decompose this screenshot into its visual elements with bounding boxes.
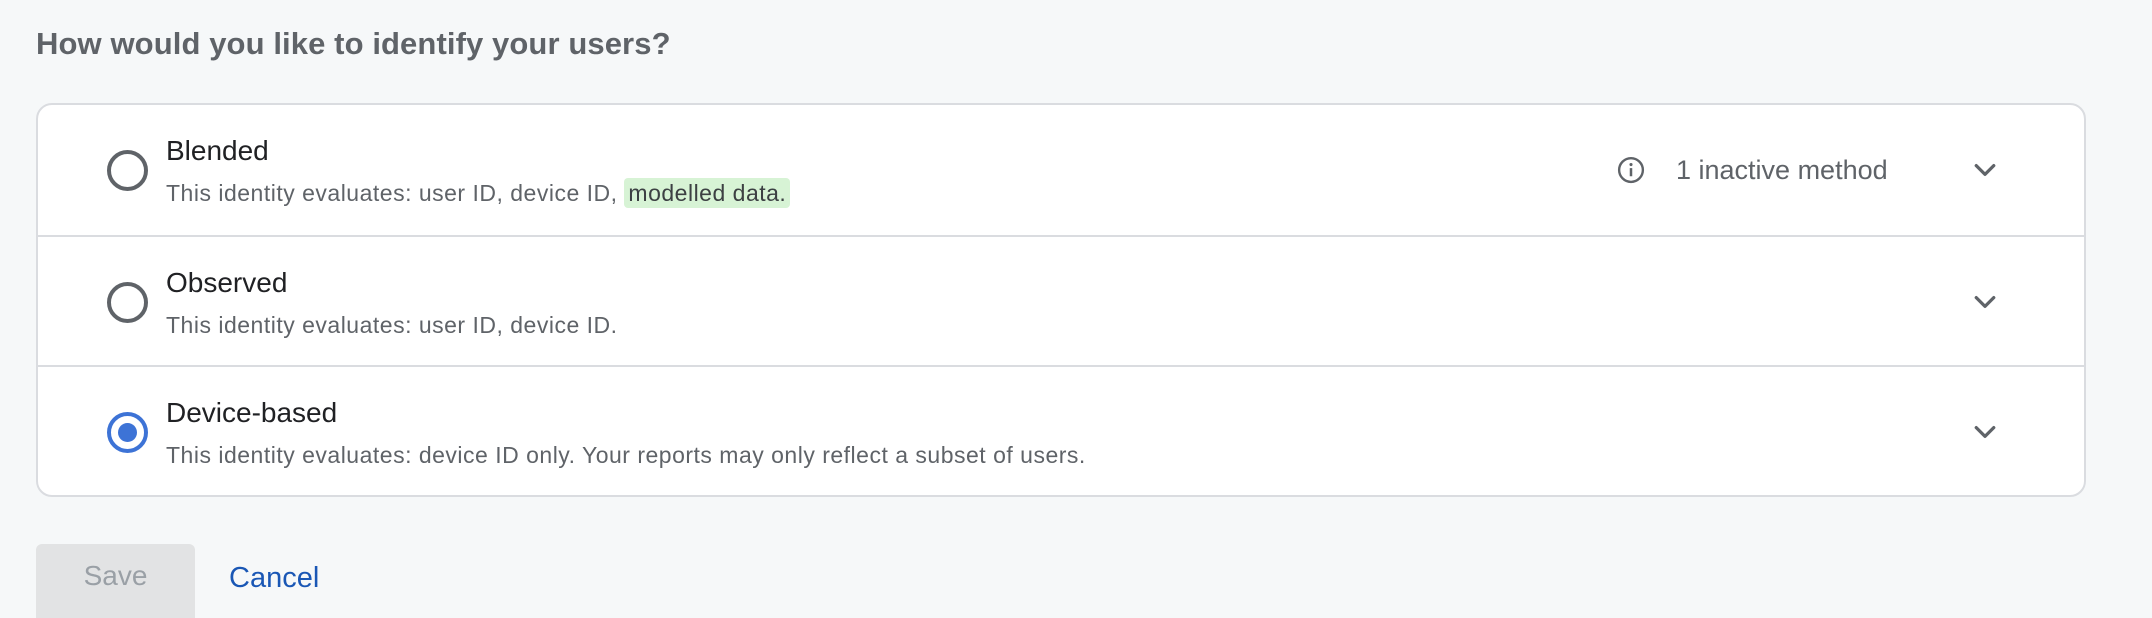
chevron-down-icon[interactable] (1970, 155, 2000, 185)
cancel-button[interactable]: Cancel (229, 562, 319, 595)
option-device-based[interactable]: Device-based This identity evaluates: de… (38, 365, 2084, 495)
option-description-observed: This identity evaluates: user ID, device… (166, 312, 618, 338)
option-observed[interactable]: Observed This identity evaluates: user I… (38, 235, 2084, 367)
modelled-data-highlight: modelled data. (624, 178, 791, 208)
chevron-down-icon[interactable] (1970, 287, 2000, 317)
option-description-blended: This identity evaluates: user ID, device… (166, 178, 791, 208)
option-title-observed: Observed (166, 267, 288, 298)
option-description-device-based: This identity evaluates: device ID only.… (166, 442, 1086, 468)
option-title-blended: Blended (166, 135, 269, 166)
option-title-device-based: Device-based (166, 397, 338, 428)
description-text: This identity evaluates: user ID, device… (166, 180, 625, 206)
inactive-method-indicator[interactable]: 1 inactive method (1616, 153, 1888, 187)
radio-device-based[interactable] (107, 412, 148, 453)
info-icon[interactable] (1616, 155, 1646, 185)
radio-observed[interactable] (107, 282, 148, 323)
chevron-down-icon[interactable] (1970, 417, 2000, 447)
inactive-method-label: 1 inactive method (1676, 154, 1888, 185)
identity-options-card: Blended This identity evaluates: user ID… (36, 103, 2086, 497)
option-blended[interactable]: Blended This identity evaluates: user ID… (38, 105, 2084, 235)
radio-blended[interactable] (107, 150, 148, 191)
save-button[interactable]: Save (36, 544, 195, 618)
page-title: How would you like to identify your user… (36, 26, 671, 61)
